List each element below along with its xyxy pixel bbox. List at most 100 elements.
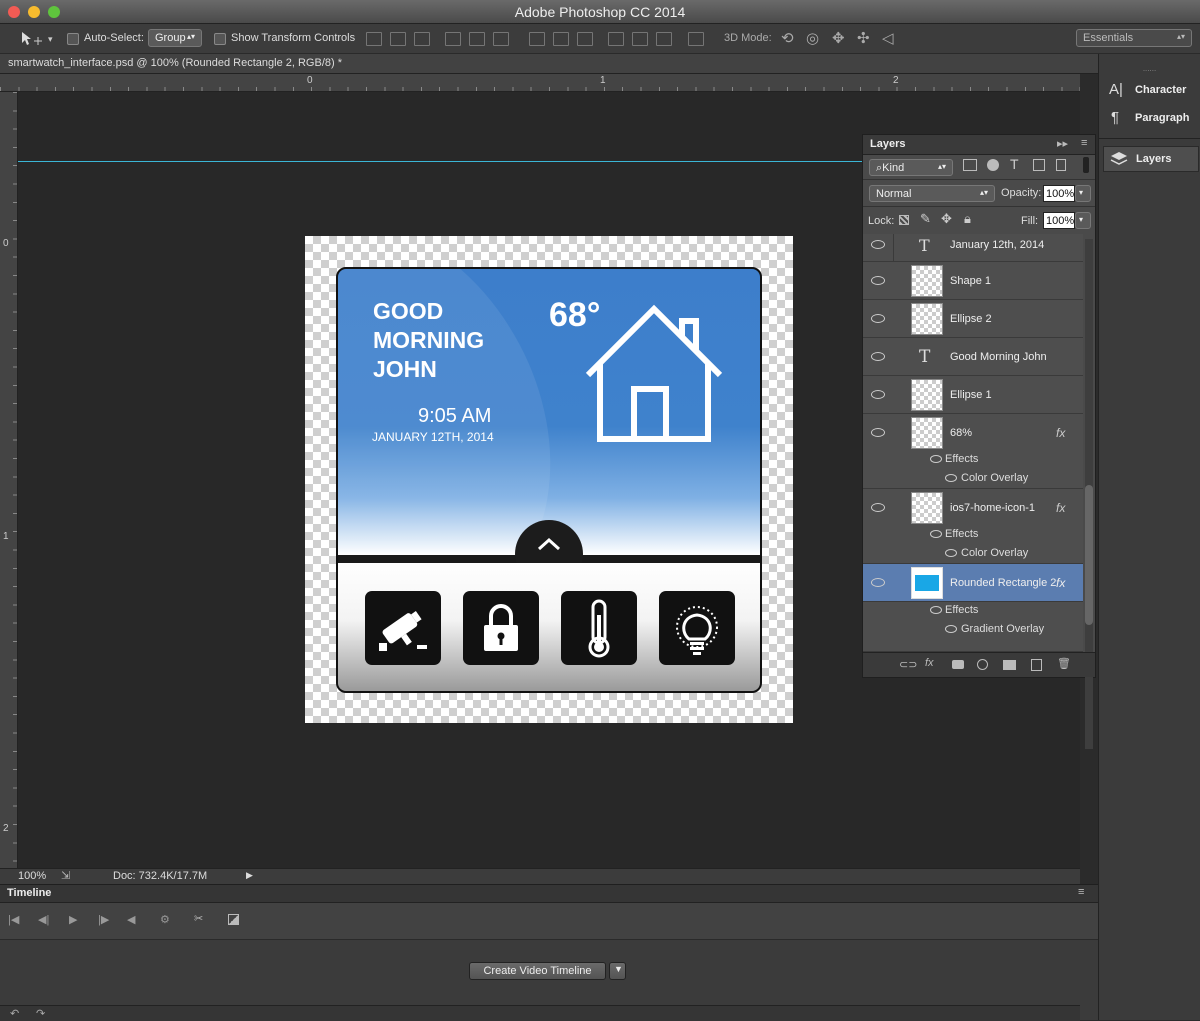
previous-frame-icon[interactable]: ◀| [38,913,49,926]
distribute-hcenter-icon[interactable] [632,32,648,46]
opacity-input[interactable]: 100% [1043,185,1075,202]
watch-face[interactable]: GOOD MORNING JOHN 68° 9:05 AM JANUARY 12… [336,267,762,693]
align-bottom-icon[interactable] [414,32,430,46]
visibility-eye-icon[interactable] [871,503,885,512]
add-mask-icon[interactable] [952,660,964,669]
distribute-vcenter-icon[interactable] [553,32,569,46]
align-hcenter-icon[interactable] [469,32,485,46]
split-scissors-icon[interactable]: ✂ [194,912,203,925]
render-icon[interactable]: ↷ [36,1007,45,1020]
distribute-top-icon[interactable] [529,32,545,46]
filter-pixel-icon[interactable] [963,159,977,171]
export-icon[interactable]: ⇲ [61,869,70,882]
effects-eye-icon[interactable] [930,455,942,463]
audio-icon[interactable]: ◀ [127,913,135,926]
auto-align-icon[interactable] [688,32,704,46]
dock-paragraph[interactable]: ¶ Paragraph [1099,106,1200,132]
create-video-timeline-button[interactable]: Create Video Timeline [469,962,606,980]
transition-icon[interactable] [228,914,239,925]
thermometer-app-button[interactable] [561,591,637,665]
lock-all-icon[interactable]: 🔒︎ [964,211,971,227]
visibility-eye-icon[interactable] [871,240,885,249]
layer-row-selected[interactable]: Rounded Rectangle 2 fx [863,564,1083,602]
play-icon[interactable]: ▶ [69,913,77,926]
filter-toggle[interactable] [1083,157,1089,173]
light-app-button[interactable] [659,591,735,665]
distribute-right-icon[interactable] [656,32,672,46]
collapse-panel-icon[interactable]: ▸▸ [1057,137,1068,150]
timeline-header[interactable]: Timeline ≡ [0,885,1098,903]
layer-row[interactable]: T Good Morning John [863,338,1083,376]
filter-shape-icon[interactable] [1033,159,1045,171]
create-timeline-dropdown[interactable]: ▼ [609,962,626,980]
filter-adjustment-icon[interactable] [987,159,999,171]
visibility-eye-icon[interactable] [871,578,885,587]
link-layers-icon[interactable]: ⊂⊃ [899,658,917,671]
auto-select-checkbox[interactable] [67,33,79,45]
fill-slider-toggle[interactable]: ▾ [1075,212,1091,229]
panel-menu-icon[interactable]: ≡ [1081,137,1087,149]
distribute-bottom-icon[interactable] [577,32,593,46]
visibility-eye-icon[interactable] [871,352,885,361]
distribute-left-icon[interactable] [608,32,624,46]
layer-row[interactable]: Ellipse 2 [863,300,1083,338]
document-tab[interactable]: smartwatch_interface.psd @ 100% (Rounded… [0,54,1098,74]
effect-eye-icon[interactable] [945,474,957,482]
lock-app-button[interactable] [463,591,539,665]
add-style-icon[interactable]: fx [925,657,934,669]
visibility-eye-icon[interactable] [871,314,885,323]
align-vcenter-icon[interactable] [390,32,406,46]
zoom-level[interactable]: 100% [18,870,46,882]
filter-type-icon[interactable]: T [1010,156,1019,172]
first-frame-icon[interactable]: |◀ [8,913,19,926]
layer-row[interactable]: ios7-home-icon-1 fx Effects Color Overla… [863,489,1083,564]
fx-icon[interactable]: fx [1056,426,1065,440]
visibility-eye-icon[interactable] [871,428,885,437]
settings-gear-icon[interactable]: ⚙ [160,913,170,926]
fx-icon[interactable]: fx [1056,576,1065,590]
auto-select-dropdown[interactable]: Group ▴▾ [148,29,202,47]
opacity-slider-toggle[interactable]: ▾ [1075,185,1091,202]
status-menu-arrow-icon[interactable]: ▶ [246,870,253,881]
dock-grip[interactable]: ...... [1099,64,1200,73]
layer-row[interactable]: Ellipse 1 [863,376,1083,414]
layer-row[interactable]: 68% fx Effects Color Overlay [863,414,1083,489]
layer-row[interactable]: Shape 1 [863,262,1083,300]
3d-orbit-icon[interactable]: ⟲ [781,29,794,47]
horizontal-ruler[interactable]: 0 1 2 [0,74,1080,92]
align-top-icon[interactable] [366,32,382,46]
filter-kind-dropdown[interactable]: ⌕Kind ▴▾ [869,159,953,176]
vertical-ruler[interactable]: 0 1 2 [0,92,18,868]
new-layer-icon[interactable] [1031,659,1042,671]
lock-transparent-icon[interactable] [899,215,909,225]
3d-pan-icon[interactable]: ✥ [832,29,845,47]
visibility-eye-icon[interactable] [871,390,885,399]
effect-eye-icon[interactable] [945,625,957,633]
3d-scale-icon[interactable]: ◁ [882,29,894,47]
workspace-dropdown[interactable]: Essentials ▴▾ [1076,29,1192,47]
align-left-icon[interactable] [445,32,461,46]
new-adjustment-icon[interactable] [977,659,988,670]
3d-roll-icon[interactable]: ◎ [806,29,819,47]
move-tool-icon[interactable] [20,31,44,47]
effects-eye-icon[interactable] [930,530,942,538]
next-frame-icon[interactable]: |▶ [98,913,109,926]
effect-eye-icon[interactable] [945,549,957,557]
layer-row[interactable]: T January 12th, 2014 [863,234,1083,262]
lock-pixels-icon[interactable]: ✎ [920,211,931,227]
panel-menu-icon[interactable]: ≡ [1078,886,1084,898]
lock-position-icon[interactable]: ✥ [941,211,952,227]
fill-input[interactable]: 100% [1043,212,1075,229]
layers-scrollbar-thumb[interactable] [1085,485,1093,625]
chevron-down-icon[interactable]: ▾ [48,34,53,45]
filter-smart-object-icon[interactable] [1056,159,1066,171]
show-transform-checkbox[interactable] [214,33,226,45]
dock-character[interactable]: A| Character [1099,78,1200,104]
convert-icon[interactable]: ↶ [10,1007,19,1020]
camera-app-button[interactable] [365,591,441,665]
dock-layers[interactable]: Layers [1103,146,1199,172]
layers-panel-header[interactable]: Layers ▸▸ ≡ [863,135,1095,155]
layer-effects-row[interactable]: Effects Gradient Overlay [863,602,1083,652]
new-group-icon[interactable] [1003,660,1016,670]
fx-icon[interactable]: fx [1056,501,1065,515]
